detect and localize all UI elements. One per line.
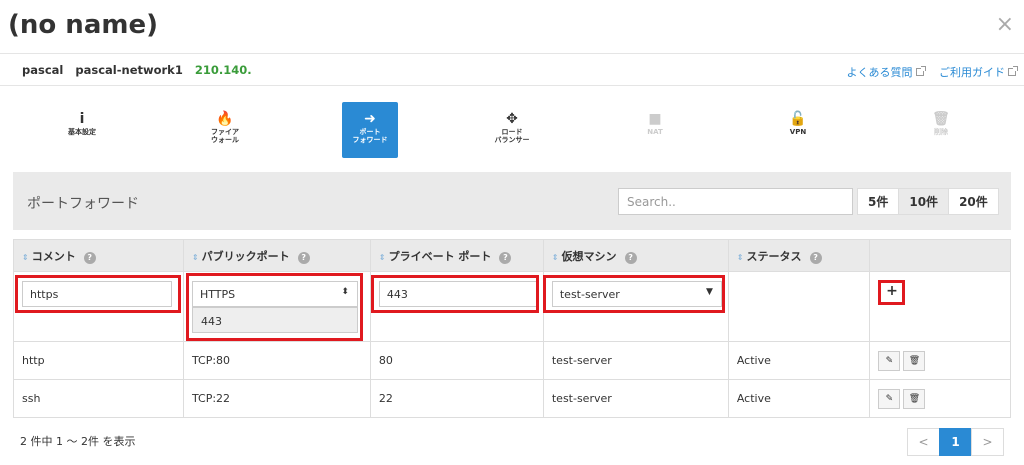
next-page-button[interactable]: > (971, 428, 1004, 456)
sort-icon: ⇕ (22, 252, 29, 262)
column-label: コメント (31, 249, 76, 263)
tab-port-forward[interactable]: ➜ ポート フォワード (342, 102, 398, 158)
sort-icon: ⇕ (191, 252, 199, 262)
external-link-icon (915, 66, 926, 76)
table-row: ssh TCP:22 22 test-server Active ✎ 🗑 (13, 379, 1011, 418)
page-1-button[interactable]: 1 (939, 428, 972, 456)
trash-icon[interactable]: 🗑 (903, 388, 926, 409)
cell-private-port: 22 (369, 379, 544, 418)
status-badge: Active (727, 379, 871, 418)
search-input[interactable]: Search.. (618, 188, 853, 215)
column-header-vm[interactable]: ⇕ 仮想マシン? (542, 239, 729, 272)
edit-pencil-icon[interactable]: ✎ (878, 388, 901, 409)
tab-firewall[interactable]: 🔥 ファイア ウォール (197, 102, 253, 158)
highlight-box-private-port (371, 275, 539, 313)
network-name: pascal-network1 (75, 63, 183, 77)
help-links: よくある質問 ご利用ガイド (835, 64, 1018, 80)
highlight-box-comment (15, 275, 181, 313)
window-title: (no name) (8, 10, 158, 40)
help-icon[interactable]: ? (499, 251, 512, 264)
table-row: http TCP:80 80 test-server Active ✎ 🗑 (13, 341, 1011, 380)
page-size-20-button[interactable]: 20件 (948, 188, 999, 215)
sort-icon: ⇕ (378, 252, 386, 262)
prev-page-button[interactable]: < (907, 428, 940, 456)
help-icon[interactable]: ? (624, 251, 637, 264)
pagination: < 1 > (907, 428, 1004, 456)
panel-title: ポートフォワード (27, 196, 139, 212)
tab-label: ファイア ウォール (211, 128, 239, 144)
cell-private-port: 80 (369, 341, 544, 380)
column-header-private-port[interactable]: ⇕ プライベート ポート? (369, 239, 544, 272)
tab-load-balancer[interactable]: ✥ ロード バランサー (484, 102, 540, 158)
guide-link[interactable]: ご利用ガイド (939, 66, 1018, 79)
trash-icon[interactable]: 🗑 (903, 350, 926, 371)
tab-nat[interactable]: ■ NAT (627, 102, 683, 158)
tab-delete[interactable]: 🗑 削除 (913, 102, 969, 158)
faq-link-label: よくある質問 (846, 66, 913, 79)
cell-public-port: TCP:80 (182, 341, 371, 380)
info-icon: i (79, 111, 85, 127)
column-label: プライベート ポート (388, 249, 492, 263)
highlight-box-public-port (186, 273, 363, 341)
ip-address: 210.140. (194, 63, 252, 77)
arrows-expand-icon: ✥ (506, 111, 518, 127)
help-icon[interactable]: ? (297, 251, 310, 264)
column-label: 仮想マシン (561, 249, 617, 263)
flame-icon: 🔥 (216, 111, 234, 127)
page-size-5-button[interactable]: 5件 (857, 188, 900, 215)
user-name: pascal (22, 63, 64, 77)
column-header-status[interactable]: ⇕ ステータス? (727, 239, 871, 272)
unlock-icon: 🔓 (789, 111, 807, 127)
column-header-comment[interactable]: ⇕ コメント? (13, 239, 184, 272)
square-icon: ■ (648, 111, 662, 127)
guide-link-label: ご利用ガイド (939, 66, 1005, 79)
column-label: ステータス (746, 249, 802, 263)
add-rule-button[interactable]: + (882, 283, 902, 301)
trash-icon: 🗑 (932, 111, 950, 127)
cell-vm: test-server (542, 379, 729, 418)
tab-label: VPN (789, 128, 807, 136)
external-link-icon (1008, 66, 1018, 76)
info-bar: pascal pascal-network1 210.140. よくある質問 ご… (0, 54, 1024, 86)
title-bar: (no name) × (0, 0, 1024, 54)
highlight-box-vm (543, 275, 725, 313)
sort-icon: ⇕ (736, 252, 744, 262)
page-size-selector: 5件 10件 20件 (857, 188, 999, 215)
feature-tabs: i 基本設定 🔥 ファイア ウォール ➜ ポート フォワード ✥ ロード バラン… (0, 96, 1024, 160)
cell-comment: http (13, 341, 184, 380)
column-header-public-port[interactable]: ⇕ パブリックポート? (182, 239, 371, 272)
faq-link[interactable]: よくある質問 (846, 66, 926, 79)
status-badge: Active (727, 341, 871, 380)
cell-comment: ssh (13, 379, 184, 418)
help-icon[interactable]: ? (809, 251, 822, 264)
port-forward-table: ⇕ コメント? ⇕ パブリックポート? ⇕ プライベート ポート? ⇕ 仮想マシン? ⇕… (13, 239, 1011, 418)
cell-vm: test-server (542, 341, 729, 380)
sign-in-icon: ➜ (364, 111, 376, 127)
tab-label: ロード バランサー (494, 128, 530, 144)
tab-label: ポート フォワード (352, 128, 388, 144)
port-forward-panel-header: ポートフォワード Search.. 5件 10件 20件 (13, 172, 1011, 230)
edit-pencil-icon[interactable]: ✎ (878, 350, 901, 371)
column-header-actions (869, 239, 1011, 272)
close-icon[interactable]: × (996, 14, 1014, 36)
column-label: パブリックポート (201, 249, 290, 263)
sort-icon: ⇕ (551, 252, 559, 262)
cell-public-port: TCP:22 (182, 379, 371, 418)
page-size-10-button[interactable]: 10件 (898, 188, 950, 215)
tab-label: 削除 (934, 128, 948, 136)
tab-basic-settings[interactable]: i 基本設定 (54, 102, 110, 158)
table-header-row: ⇕ コメント? ⇕ パブリックポート? ⇕ プライベート ポート? ⇕ 仮想マシン? ⇕… (13, 239, 1011, 272)
record-count: 2 件中 1 ～ 2件 を表示 (20, 435, 136, 448)
tab-label: 基本設定 (68, 128, 96, 136)
tab-vpn[interactable]: 🔓 VPN (770, 102, 826, 158)
tab-label: NAT (647, 128, 663, 136)
help-icon[interactable]: ? (83, 251, 96, 264)
network-info: pascal pascal-network1 210.140. (22, 63, 260, 77)
